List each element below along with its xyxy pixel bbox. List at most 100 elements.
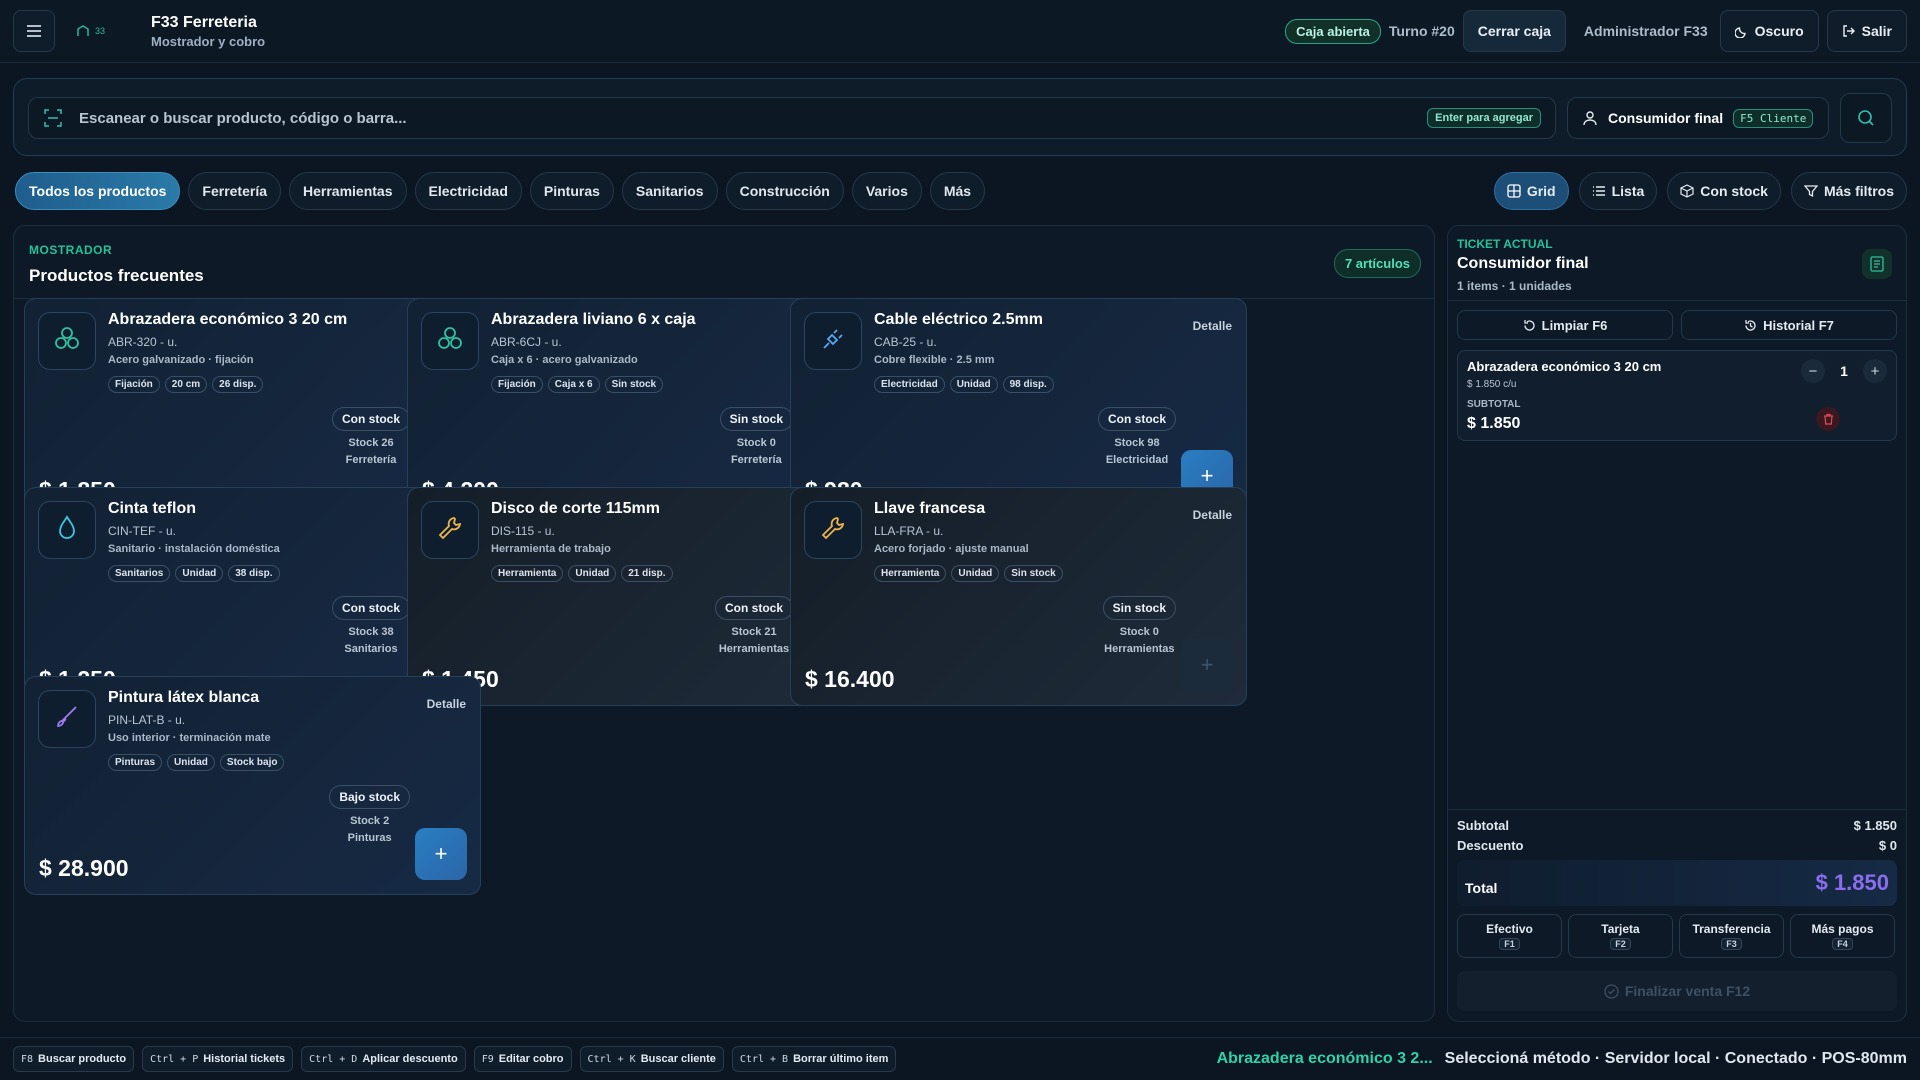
- logout-icon: [1842, 25, 1855, 37]
- shortcut-hint[interactable]: F9 Editar cobro: [473, 1046, 572, 1072]
- payment-method-button[interactable]: Efectivo F1: [1457, 914, 1562, 958]
- menu-button[interactable]: [13, 10, 55, 52]
- stock-status-badge: Sin stock: [1102, 596, 1176, 620]
- ticket-title: Consumidor final: [1457, 255, 1589, 272]
- clear-ticket-button[interactable]: Limpiar F6: [1457, 310, 1673, 340]
- category-tab[interactable]: Herramientas: [289, 172, 407, 210]
- more-filters-button[interactable]: Más filtros: [1790, 172, 1907, 210]
- finalize-label: Finalizar venta F12: [1624, 983, 1751, 999]
- finalize-sale-button[interactable]: Finalizar venta F12: [1457, 971, 1897, 1011]
- product-card[interactable]: Pintura látex blanca PIN-LAT-B - u. Uso in…: [24, 676, 481, 895]
- payment-method-button[interactable]: Transferencia F3: [1679, 914, 1784, 958]
- cerrar-caja-button[interactable]: Cerrar caja: [1462, 10, 1566, 52]
- check-circle-icon: [1604, 983, 1619, 999]
- ticket-item: Abrazadera económico 3 20 cm $ 1.850 c/u…: [1457, 350, 1897, 441]
- panel-title: Productos frecuentes: [29, 266, 204, 285]
- plus-icon: +: [1870, 362, 1880, 380]
- payment-method-button[interactable]: Tarjeta F2: [1568, 914, 1673, 958]
- stock-count: Stock 21: [731, 626, 777, 638]
- decrease-qty-button[interactable]: −: [1801, 359, 1825, 383]
- product-tag: Unidad: [175, 565, 224, 582]
- history-label: Historial F7: [1763, 317, 1834, 333]
- panel-kicker: MOSTRADOR: [29, 243, 113, 257]
- product-tags: Fijación 20 cm 26 disp.: [108, 376, 264, 393]
- search-placeholder: Escanear o buscar producto, código o bar…: [79, 109, 407, 127]
- product-description: Acero forjado · ajuste manual: [874, 543, 1029, 555]
- shortcut-label: Borrar último item: [793, 1053, 889, 1065]
- discount-label: Descuento: [1457, 838, 1524, 853]
- category-tab[interactable]: Electricidad: [414, 172, 522, 210]
- payment-label: Efectivo: [1486, 922, 1533, 936]
- product-search-input[interactable]: Escanear o buscar producto, código o bar…: [28, 97, 1556, 139]
- product-icon-box: [804, 501, 862, 559]
- shortcut-label: Historial tickets: [203, 1053, 286, 1065]
- payment-method-button[interactable]: Más pagos F4: [1790, 914, 1895, 958]
- product-name: Abrazadera liviano 6 x caja: [491, 311, 696, 328]
- shortcut-hint[interactable]: F8 Buscar producto: [13, 1046, 135, 1072]
- add-to-ticket-button[interactable]: +: [415, 828, 467, 880]
- last-item-status: Abrazadera económico 3 2...: [1216, 1050, 1433, 1067]
- search-button[interactable]: [1840, 93, 1892, 143]
- product-tag: Unidad: [568, 565, 617, 582]
- category-tab[interactable]: Más: [929, 172, 986, 210]
- category-tab[interactable]: Todos los productos: [15, 172, 181, 210]
- product-description: Cobre flexible · 2.5 mm: [874, 354, 995, 366]
- product-card[interactable]: Llave francesa LLA-FRA - u. Acero forjado …: [790, 487, 1247, 706]
- product-tag: Herramienta: [874, 565, 947, 582]
- payment-shortcut: F1: [1499, 938, 1520, 950]
- category-tab[interactable]: Pinturas: [529, 172, 614, 210]
- detail-link[interactable]: Detalle: [1193, 319, 1232, 333]
- wrench-icon: [435, 513, 465, 548]
- logout-button[interactable]: Salir: [1826, 10, 1907, 52]
- add-to-ticket-button[interactable]: +: [1181, 639, 1233, 691]
- subtotal-label: Subtotal: [1457, 818, 1509, 833]
- increase-qty-button[interactable]: +: [1863, 359, 1887, 383]
- product-tag: Fijación: [491, 376, 543, 393]
- ticket-receipt-button[interactable]: [1862, 249, 1892, 279]
- product-icon-box: [804, 312, 862, 370]
- detail-link[interactable]: Detalle: [1193, 508, 1232, 522]
- detail-link[interactable]: Detalle: [427, 697, 466, 711]
- history-button[interactable]: Historial F7: [1681, 310, 1897, 340]
- stock-info: Con stock Stock 98 Electricidad: [1097, 407, 1176, 466]
- product-tags: Fijación Caja x 6 Sin stock: [491, 376, 664, 393]
- history-icon: [1745, 319, 1756, 331]
- list-view-button[interactable]: Lista: [1578, 172, 1658, 210]
- payment-shortcut: F4: [1832, 938, 1853, 950]
- shortcut-hint[interactable]: Ctrl + B Borrar último item: [731, 1046, 897, 1072]
- theme-toggle-button[interactable]: Oscuro: [1719, 10, 1819, 52]
- product-tag: 20 cm: [164, 376, 208, 393]
- shortcut-key: Ctrl + B: [739, 1053, 789, 1065]
- remove-item-button[interactable]: [1816, 407, 1840, 431]
- stock-category: Ferretería: [345, 454, 397, 466]
- grid-view-button[interactable]: Grid: [1493, 172, 1569, 210]
- product-card[interactable]: Cable eléctrico 2.5mm CAB-25 - u. Cobre fl…: [790, 298, 1247, 517]
- shortcut-hint[interactable]: Ctrl + P Historial tickets: [142, 1046, 294, 1072]
- total-label: Total: [1465, 880, 1498, 896]
- box-icon: [1680, 184, 1694, 198]
- category-tab[interactable]: Varios: [851, 172, 922, 210]
- customer-selector[interactable]: Consumidor final F5 Cliente: [1567, 97, 1829, 139]
- search-bar: Escanear o buscar producto, código o bar…: [13, 78, 1907, 156]
- shortcut-label: Aplicar descuento: [362, 1053, 458, 1065]
- stock-info: Con stock Stock 26 Ferretería: [331, 407, 410, 466]
- hardware-icon: [435, 324, 465, 359]
- category-tab[interactable]: Sanitarios: [621, 172, 718, 210]
- shortcut-hint[interactable]: Ctrl + D Aplicar descuento: [301, 1046, 466, 1072]
- total-box: Total $ 1.850: [1457, 860, 1897, 906]
- category-tab[interactable]: Construcción: [725, 172, 844, 210]
- category-tab[interactable]: Ferretería: [188, 172, 281, 210]
- more-filters-label: Más filtros: [1823, 183, 1894, 199]
- stock-info: Con stock Stock 21 Herramientas: [714, 596, 793, 655]
- product-tag: Herramienta: [491, 565, 564, 582]
- product-tag: Stock bajo: [219, 754, 285, 771]
- product-name: Llave francesa: [874, 500, 986, 517]
- shortcut-hint[interactable]: Ctrl + K Buscar cliente: [579, 1046, 724, 1072]
- customer-name: Consumidor final: [1608, 110, 1724, 126]
- minus-icon: −: [1808, 362, 1818, 380]
- logo-text: 33: [95, 26, 106, 36]
- stock-filter-button[interactable]: Con stock: [1667, 172, 1781, 210]
- product-tags: Sanitarios Unidad 38 disp.: [108, 565, 280, 582]
- droplet-icon: [52, 513, 82, 548]
- product-name: Abrazadera económico 3 20 cm: [108, 311, 348, 328]
